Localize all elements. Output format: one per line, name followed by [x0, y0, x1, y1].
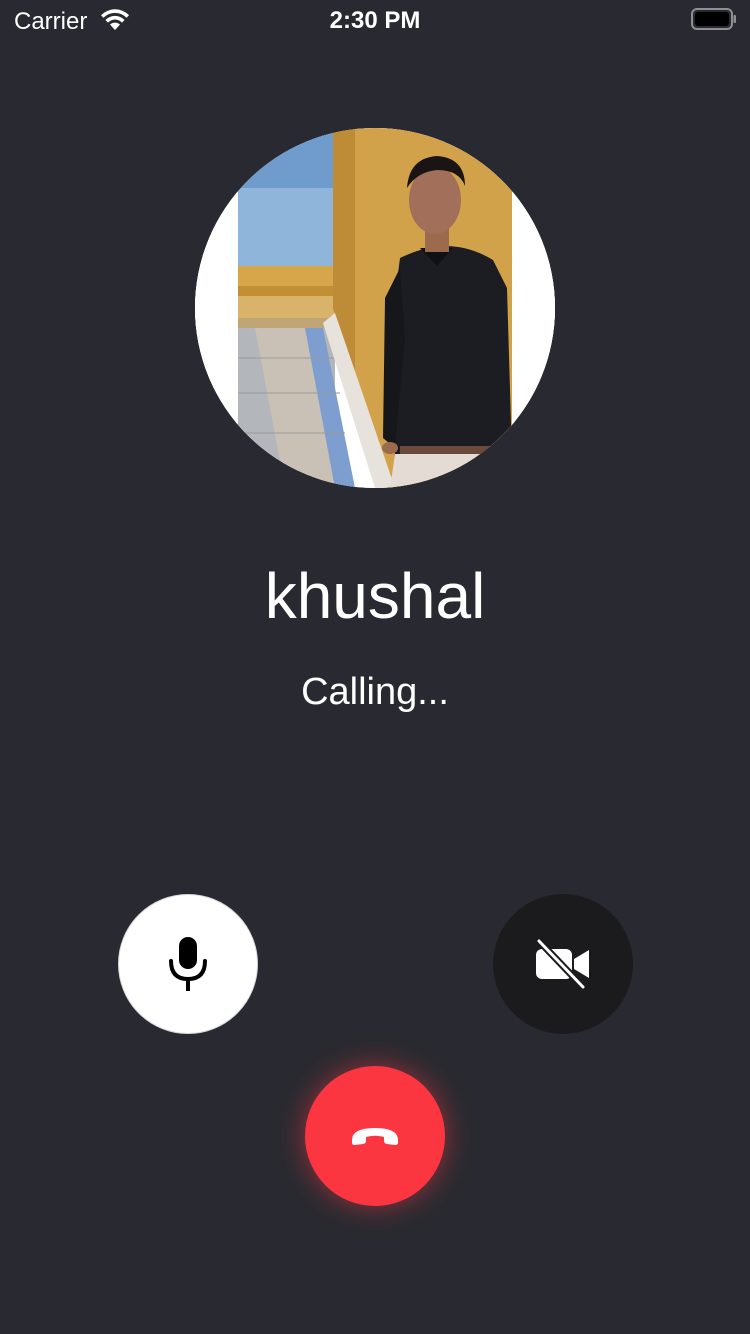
battery-icon — [691, 8, 736, 30]
call-status: Calling... — [301, 671, 449, 713]
status-time: 2:30 PM — [329, 7, 421, 34]
phone-hangup-icon — [352, 1128, 398, 1145]
caller-name: khushal — [264, 560, 486, 632]
caller-photo — [195, 128, 555, 488]
video-toggle-button[interactable] — [493, 894, 633, 1034]
end-call-button[interactable] — [305, 1066, 445, 1206]
status-bar: Carrier 2:30 PM — [0, 0, 750, 40]
mute-button[interactable] — [118, 894, 258, 1034]
video-off-icon — [535, 939, 589, 989]
caller-avatar — [195, 128, 555, 488]
microphone-icon — [169, 937, 207, 991]
